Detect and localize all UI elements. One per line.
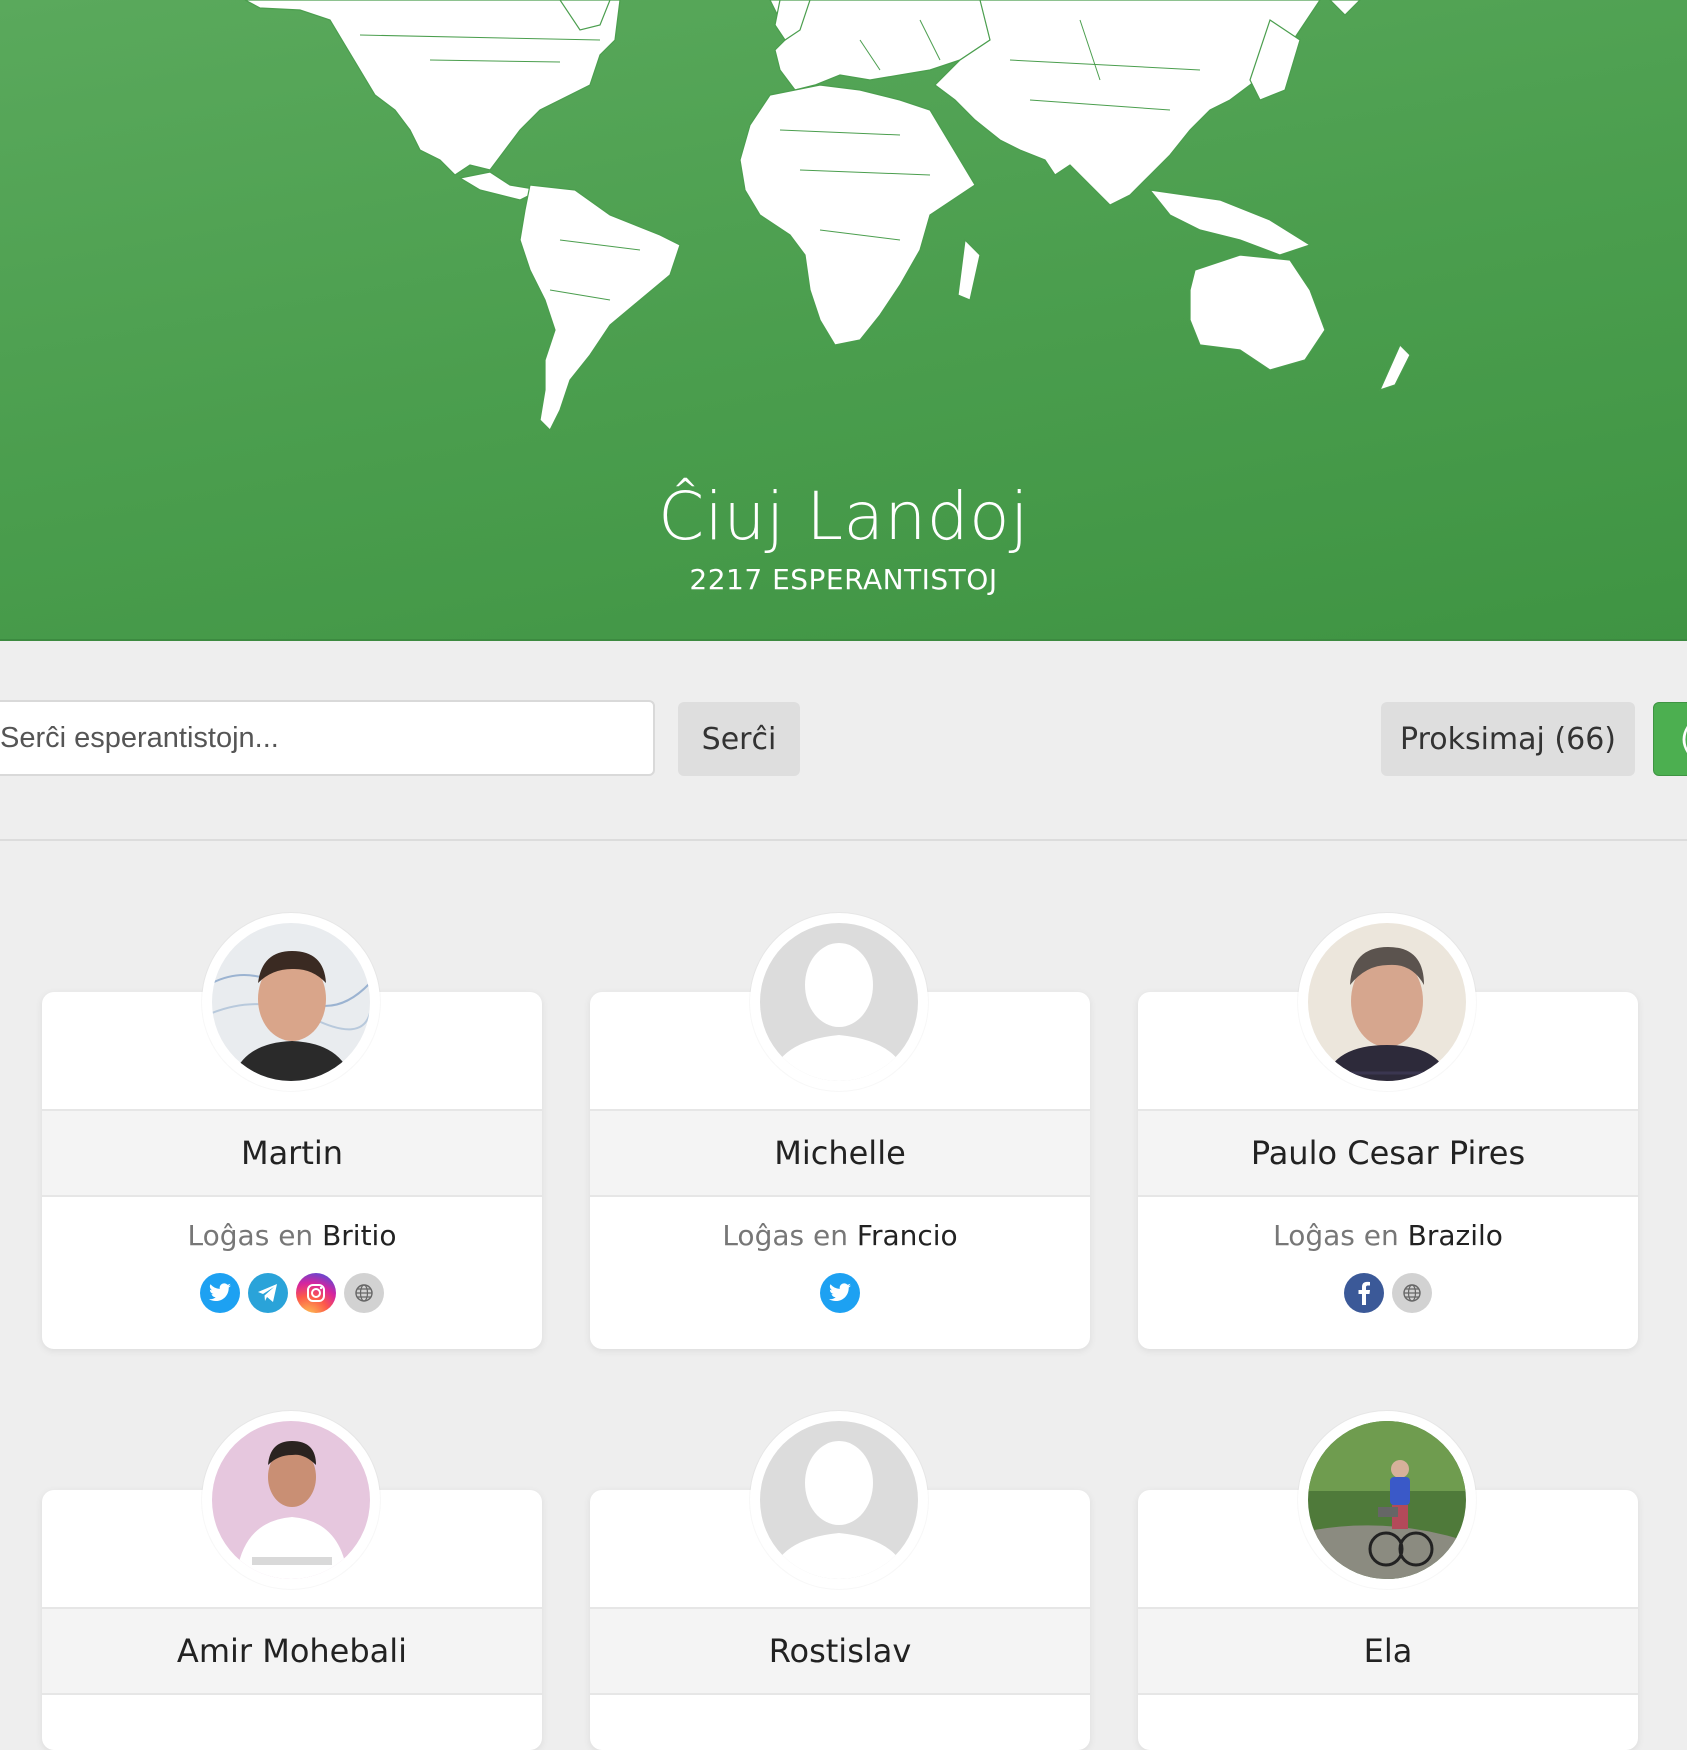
member-name: Ela	[1138, 1607, 1638, 1695]
avatar[interactable]	[750, 913, 928, 1091]
avatar-placeholder-icon	[760, 1421, 918, 1579]
twitter-icon[interactable]	[820, 1273, 860, 1313]
instagram-icon[interactable]	[296, 1273, 336, 1313]
nearby-button[interactable]: Proksimaj (66)	[1381, 702, 1635, 776]
search-input[interactable]	[0, 700, 655, 776]
telegram-icon[interactable]	[248, 1273, 288, 1313]
avatar[interactable]	[750, 1411, 928, 1589]
toolbar-divider	[0, 839, 1687, 841]
member-name: Michelle	[590, 1109, 1090, 1197]
avatar-placeholder-icon	[760, 923, 918, 1081]
member-location: Loĝas en Britio	[42, 1197, 542, 1252]
member-name: Martin	[42, 1109, 542, 1197]
avatar-photo	[212, 1421, 370, 1579]
website-icon[interactable]	[1392, 1273, 1432, 1313]
avatar-photo	[1308, 1421, 1466, 1579]
location-prefix: Loĝas en	[722, 1219, 848, 1252]
website-icon[interactable]	[344, 1273, 384, 1313]
hero-header: Ĉiuj Landoj 2217 ESPERANTISTOJ	[0, 0, 1687, 641]
member-count: 2217 ESPERANTISTOJ	[689, 563, 998, 596]
green-filter-button[interactable]: (	[1653, 702, 1687, 776]
location-prefix: Loĝas en	[187, 1219, 314, 1252]
social-links	[1138, 1273, 1638, 1313]
member-name: Paulo Cesar Pires	[1138, 1109, 1638, 1197]
avatar[interactable]	[202, 913, 380, 1091]
search-button[interactable]: Serĉi	[678, 702, 800, 776]
avatar[interactable]	[1298, 1411, 1476, 1589]
member-country[interactable]: Brazilo	[1408, 1219, 1503, 1252]
avatar[interactable]	[1298, 913, 1476, 1091]
avatar[interactable]	[202, 1411, 380, 1589]
social-links	[42, 1273, 542, 1313]
facebook-icon[interactable]	[1344, 1273, 1384, 1313]
page-title: Ĉiuj Landoj	[658, 478, 1029, 555]
world-map-illustration	[244, 0, 1411, 432]
avatar-photo	[1308, 923, 1466, 1081]
social-links	[590, 1273, 1090, 1313]
member-location: Loĝas en Francio	[590, 1197, 1090, 1252]
search-toolbar: Serĉi Proksimaj (66) (	[0, 641, 1687, 841]
member-location: Loĝas en Brazilo	[1138, 1197, 1638, 1252]
member-name: Amir Mohebali	[42, 1607, 542, 1695]
location-prefix: Loĝas en	[1273, 1219, 1399, 1252]
member-country[interactable]: Francio	[857, 1219, 958, 1252]
member-country[interactable]: Britio	[322, 1219, 396, 1252]
avatar-photo	[212, 923, 370, 1081]
twitter-icon[interactable]	[200, 1273, 240, 1313]
member-name: Rostislav	[590, 1607, 1090, 1695]
